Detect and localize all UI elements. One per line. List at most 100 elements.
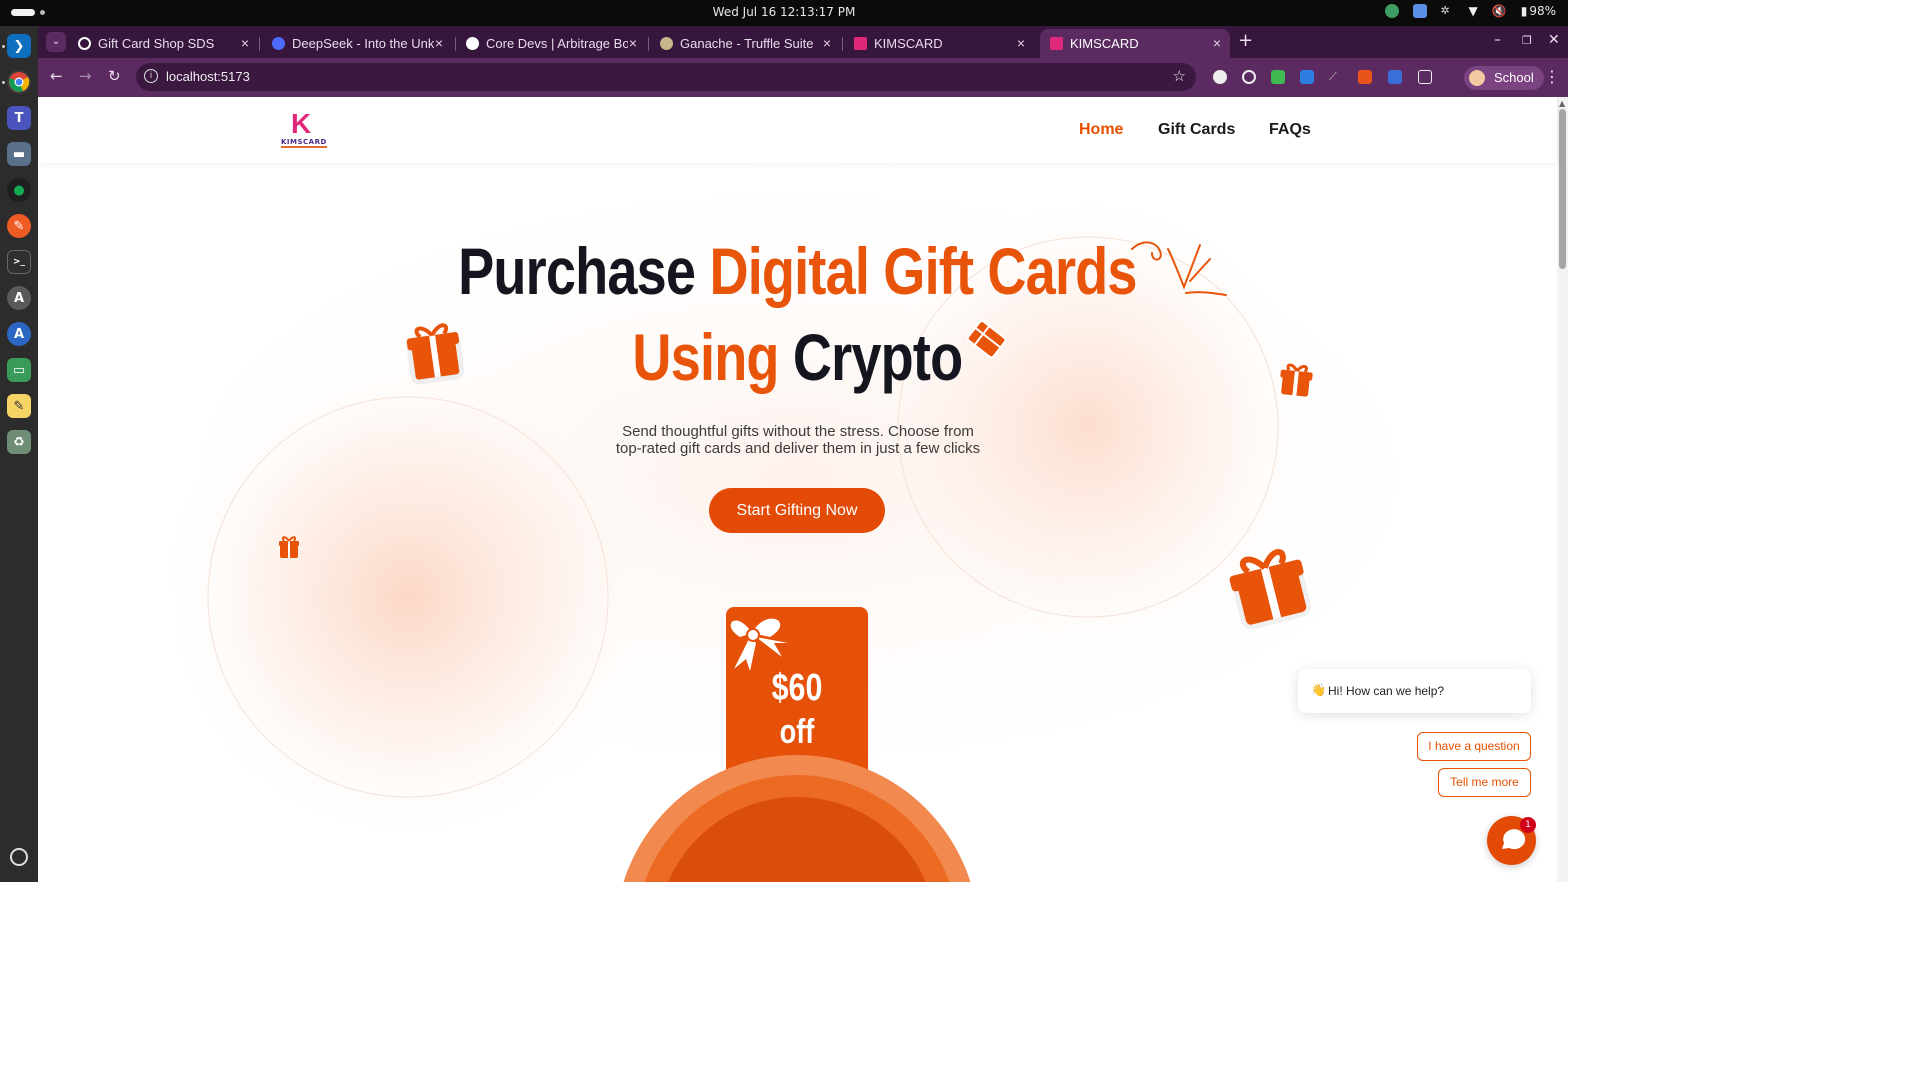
gift-box-large-icon: [1229, 549, 1312, 630]
kimscard-favicon-icon: [854, 37, 867, 50]
battery-level: 98%: [1529, 4, 1556, 18]
show-apps-icon[interactable]: [10, 848, 28, 866]
wifi-icon[interactable]: ▼: [1469, 4, 1478, 18]
nav-faqs[interactable]: FAQs: [1269, 121, 1311, 139]
site-info-icon[interactable]: i: [144, 69, 158, 83]
close-tab-icon[interactable]: ×: [241, 35, 249, 51]
close-tab-icon[interactable]: ×: [629, 35, 637, 51]
browser-toolbar: ← → ↻ i localhost:5173 ☆ ⟋ School ⋮: [38, 58, 1568, 97]
vscode-icon[interactable]: ❯: [7, 34, 31, 58]
gift-box-small-icon: [1278, 363, 1313, 400]
tab-separator: [842, 37, 843, 51]
translate-icon[interactable]: [1412, 4, 1427, 18]
forward-button[interactable]: →: [79, 67, 92, 85]
ribbon-bow-icon: [730, 618, 788, 671]
browser-menu-icon[interactable]: ⋮: [1544, 67, 1560, 86]
application-dock: ❯ T ▬ ● ✎ >_ A A ▭ ✎ ♻: [0, 26, 38, 882]
shield-icon[interactable]: [1384, 4, 1399, 18]
hero-word-crypto: Crypto: [792, 320, 963, 394]
chat-greeting-bubble[interactable]: 👋 Hi! How can we help?: [1298, 669, 1531, 713]
files-icon[interactable]: ▬: [7, 142, 31, 166]
battery-icon[interactable]: ▮: [1521, 4, 1528, 18]
new-tab-button[interactable]: +: [1238, 30, 1253, 51]
tab-ganache[interactable]: Ganache - Truffle Suite ×: [650, 29, 840, 58]
page-scrollbar[interactable]: ▲: [1557, 97, 1568, 882]
address-url[interactable]: localhost:5173: [166, 69, 250, 84]
address-bar[interactable]: i localhost:5173 ☆: [136, 63, 1196, 91]
tab-search-icon[interactable]: ⌄: [46, 32, 66, 52]
hero-highlight-gift-cards: Digital Gift Cards: [709, 234, 1137, 308]
tab-core-devs[interactable]: Core Devs | Arbitrage Bot ×: [456, 29, 646, 58]
logo-tagline-bar: [281, 146, 327, 148]
browser-tab-bar: ⌄ Gift Card Shop SDS × DeepSeek - Into t…: [38, 26, 1568, 58]
gift-card-tag-icon: [966, 320, 1007, 359]
logo-wordmark: KIMSCARD: [281, 138, 327, 146]
volume-muted-icon[interactable]: 🔇: [1492, 4, 1507, 18]
tab-kimscard-1[interactable]: KIMSCARD ×: [844, 29, 1034, 58]
text-editor-icon[interactable]: ✎: [7, 394, 31, 418]
start-gifting-button[interactable]: Start Gifting Now: [709, 488, 885, 533]
terminal-icon[interactable]: >_: [7, 250, 31, 274]
minimize-window-icon[interactable]: –: [1494, 32, 1501, 48]
extension-eye-icon[interactable]: [1213, 70, 1227, 84]
tab-kimscard-active[interactable]: KIMSCARD ×: [1040, 29, 1230, 58]
tab-favicon-icon: [78, 37, 91, 50]
nav-gift-cards[interactable]: Gift Cards: [1158, 121, 1235, 139]
software-updater-icon[interactable]: A: [7, 286, 31, 310]
profile-button[interactable]: School: [1464, 66, 1544, 90]
extension-cursor-icon[interactable]: [1388, 70, 1402, 84]
restore-window-icon[interactable]: ❐: [1522, 34, 1532, 47]
close-tab-icon[interactable]: ×: [1017, 35, 1025, 51]
extension-fox-icon[interactable]: [1358, 70, 1372, 84]
android-studio-icon[interactable]: ▭: [7, 358, 31, 382]
reload-button[interactable]: ↻: [108, 67, 121, 85]
tab-gift-card-shop[interactable]: Gift Card Shop SDS ×: [68, 29, 258, 58]
close-window-icon[interactable]: ✕: [1548, 32, 1560, 48]
hero-heading-line-2: Using Crypto: [175, 319, 1421, 395]
chat-unread-badge: 1: [1520, 817, 1536, 833]
extensions-puzzle-icon[interactable]: [1418, 70, 1432, 84]
avatar: [1469, 70, 1485, 86]
extension-target-icon[interactable]: [1242, 70, 1256, 84]
ganache-icon: [660, 37, 673, 50]
system-top-bar: Wed Jul 16 12:13:17 PM ✲ ▼ 🔇 ▮ 98%: [0, 0, 1568, 26]
back-button[interactable]: ←: [50, 67, 63, 85]
trash-icon[interactable]: ♻: [7, 430, 31, 454]
settings-tray-icon[interactable]: ✲: [1441, 4, 1455, 18]
running-dot: [2, 81, 5, 84]
system-clock[interactable]: Wed Jul 16 12:13:17 PM: [0, 5, 1568, 19]
running-dot: [2, 45, 5, 48]
chat-greeting-text: Hi! How can we help?: [1328, 684, 1445, 698]
close-tab-icon[interactable]: ×: [435, 35, 443, 51]
teams-icon[interactable]: T: [7, 106, 31, 130]
chat-option-tell-more[interactable]: Tell me more: [1438, 768, 1531, 797]
close-tab-icon[interactable]: ×: [1213, 35, 1221, 51]
deepseek-whale-icon: [272, 37, 285, 50]
scroll-up-icon[interactable]: ▲: [1559, 99, 1565, 108]
hero-orange-arcs: [623, 755, 971, 882]
hero-word-purchase: Purchase: [458, 234, 696, 308]
postman-icon[interactable]: ✎: [7, 214, 31, 238]
close-tab-icon[interactable]: ×: [823, 35, 831, 51]
system-tray: ✲ ▼ 🔇 ▮ 98%: [1384, 4, 1556, 18]
page-viewport: K KIMSCARD Home Gift Cards FAQs Purchase…: [38, 97, 1568, 882]
kimscard-logo[interactable]: K KIMSCARD: [281, 109, 329, 151]
bookmark-star-icon[interactable]: ☆: [1173, 67, 1186, 85]
extension-shield-icon[interactable]: [1271, 70, 1285, 84]
chrome-icon[interactable]: [7, 70, 31, 94]
extension-fi-icon[interactable]: [1300, 70, 1314, 84]
nav-home[interactable]: Home: [1079, 121, 1123, 139]
chat-option-question[interactable]: I have a question: [1417, 732, 1531, 761]
app-center-icon[interactable]: A: [7, 322, 31, 346]
logo-letter: K: [291, 108, 312, 139]
kimscard-favicon-icon: [1050, 37, 1063, 50]
hero-heading-line-1: Purchase Digital Gift Cards: [175, 233, 1421, 309]
gift-box-icon: [406, 323, 465, 385]
scrollbar-thumb[interactable]: [1559, 109, 1566, 269]
tab-deepseek[interactable]: DeepSeek - Into the Unknown ×: [262, 29, 452, 58]
mongodb-icon[interactable]: ●: [7, 178, 31, 202]
hero-subtext: Send thoughtful gifts without the stress…: [615, 423, 981, 457]
gift-box-tiny-icon: [279, 536, 299, 558]
squiggle-doodle-icon: [1131, 241, 1227, 296]
extension-pen-icon[interactable]: ⟋: [1329, 70, 1343, 84]
